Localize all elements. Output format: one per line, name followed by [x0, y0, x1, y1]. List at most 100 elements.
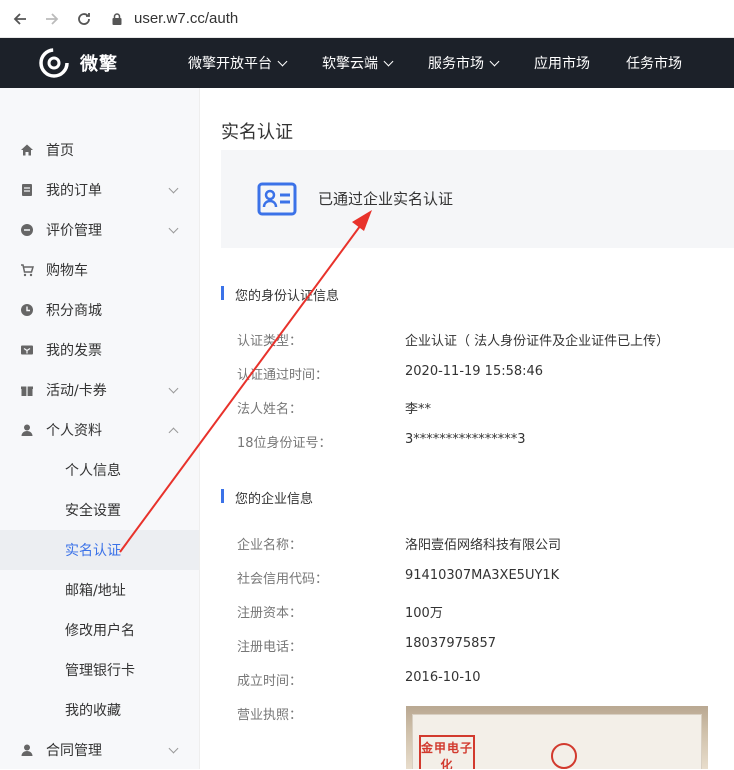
chevron-down-icon	[168, 743, 179, 754]
info-row: 企业名称： 洛阳壹佰网络科技有限公司	[237, 534, 717, 554]
sidebar-item-label: 我的订单	[46, 183, 102, 199]
sidebar-item-points-mall[interactable]: 积分商城	[0, 290, 199, 330]
nav-label: 软擎云端	[322, 56, 378, 72]
nav-label: 任务市场	[626, 56, 682, 72]
chevron-down-icon	[277, 56, 288, 66]
info-row: 18位身份证号： 3****************3	[237, 432, 717, 452]
identity-section-title: 您的身份认证信息	[221, 285, 339, 304]
info-row: 成立时间： 2016-10-10	[237, 670, 717, 690]
chevron-down-icon	[168, 223, 179, 234]
sidebar-item-label: 合同管理	[46, 743, 102, 759]
logo-icon	[39, 48, 69, 78]
info-row: 社会信用代码： 91410307MA3XE5UY1K	[237, 568, 717, 588]
sidebar-subitem-personal-info[interactable]: 个人信息	[0, 450, 199, 490]
row-value: 18037975857	[405, 636, 496, 651]
sidebar-item-invoices[interactable]: 我的发票	[0, 330, 199, 370]
sidebar-subitem-favorites[interactable]: 我的收藏	[0, 690, 199, 730]
url-text: user.w7.cc/auth	[134, 10, 239, 27]
nav-label: 微擎开放平台	[188, 56, 272, 72]
chevron-down-icon	[168, 183, 179, 194]
user-icon	[20, 423, 34, 437]
row-label: 注册电话：	[237, 640, 303, 655]
row-value: 3****************3	[405, 432, 526, 447]
browser-toolbar: user.w7.cc/auth	[0, 0, 734, 38]
sidebar-subitem-label: 我的收藏	[65, 703, 121, 719]
auth-status-text: 已通过企业实名认证	[318, 190, 454, 208]
info-row: 法人姓名： 李**	[237, 398, 717, 418]
sidebar: 首页 我的订单 评价管理 购物车 积分商城 我的发票 活动/卡券 个人资料 个人…	[0, 88, 200, 769]
row-value: 企业认证（ 法人身份证件及企业证件已上传）	[405, 334, 670, 349]
sidebar-subitem-real-name-auth[interactable]: 实名认证	[0, 530, 199, 570]
chevron-down-icon	[489, 56, 500, 66]
row-value: 洛阳壹佰网络科技有限公司	[405, 538, 562, 553]
home-icon	[20, 143, 34, 157]
nav-menu: 微擎开放平台 软擎云端 服务市场 应用市场 任务市场	[188, 53, 718, 73]
points-icon	[20, 303, 34, 317]
row-value: 100万	[405, 606, 443, 621]
auth-status-box: 已通过企业实名认证	[221, 150, 734, 248]
nav-item-app-market[interactable]: 应用市场	[534, 53, 590, 73]
sidebar-subitem-email-address[interactable]: 邮箱/地址	[0, 570, 199, 610]
info-row: 认证类型： 企业认证（ 法人身份证件及企业证件已上传）	[237, 330, 717, 350]
business-license-image[interactable]: 金甲电子化	[406, 706, 708, 769]
sidebar-item-cart[interactable]: 购物车	[0, 250, 199, 290]
order-icon	[20, 183, 34, 197]
row-value: 2016-10-10	[405, 670, 481, 685]
sidebar-item-activities-coupons[interactable]: 活动/卡券	[0, 370, 199, 410]
sidebar-item-label: 活动/卡券	[46, 383, 107, 399]
back-button[interactable]	[8, 7, 32, 31]
gift-icon	[20, 383, 34, 397]
row-label: 注册资本：	[237, 606, 303, 621]
chevron-down-icon	[168, 383, 179, 394]
reload-icon	[78, 12, 90, 25]
license-paper: 金甲电子化	[412, 714, 702, 769]
sidebar-item-reviews[interactable]: 评价管理	[0, 210, 199, 250]
sidebar-item-orders[interactable]: 我的订单	[0, 170, 199, 210]
row-value: 2020-11-19 15:58:46	[405, 364, 544, 379]
main-content: 实名认证 已通过企业实名认证 您的身份认证信息 认证类型： 企业认证（ 法人身份证…	[201, 88, 734, 769]
row-label: 法人姓名：	[237, 402, 303, 417]
address-bar[interactable]: user.w7.cc/auth	[110, 10, 238, 27]
cart-icon	[20, 263, 34, 277]
sidebar-subitem-label: 实名认证	[65, 543, 121, 559]
sidebar-subitem-label: 修改用户名	[65, 623, 135, 639]
nav-label: 服务市场	[428, 56, 484, 72]
forward-button[interactable]	[40, 7, 64, 31]
sidebar-item-home[interactable]: 首页	[0, 130, 199, 170]
back-arrow-icon	[13, 12, 26, 25]
sidebar-subitem-label: 管理银行卡	[65, 663, 135, 679]
logo-text: 微擎	[80, 54, 118, 75]
nav-label: 应用市场	[534, 56, 590, 72]
national-emblem-icon	[551, 743, 577, 769]
company-section-title: 您的企业信息	[221, 488, 313, 507]
row-value: 91410307MA3XE5UY1K	[405, 568, 560, 583]
nav-item-task-market[interactable]: 任务市场	[626, 53, 682, 73]
row-label: 企业名称：	[237, 538, 303, 553]
sidebar-subitem-security[interactable]: 安全设置	[0, 490, 199, 530]
sidebar-item-contracts[interactable]: 合同管理	[0, 730, 199, 770]
reload-button[interactable]	[72, 7, 96, 31]
nav-item-open-platform[interactable]: 微擎开放平台	[188, 53, 288, 73]
sidebar-item-label: 我的发票	[46, 343, 102, 359]
row-label: 认证类型：	[237, 334, 303, 349]
row-value: 李**	[405, 402, 432, 417]
chevron-down-icon	[383, 56, 394, 66]
sidebar-item-label: 评价管理	[46, 223, 102, 239]
row-label: 18位身份证号：	[237, 436, 332, 451]
sidebar-item-profile[interactable]: 个人资料	[0, 410, 199, 450]
sidebar-subitem-bank-cards[interactable]: 管理银行卡	[0, 650, 199, 690]
sidebar-subitem-change-username[interactable]: 修改用户名	[0, 610, 199, 650]
forward-arrow-icon	[46, 12, 59, 25]
nav-item-service-market[interactable]: 服务市场	[428, 53, 500, 73]
logo[interactable]: 微擎	[38, 47, 188, 79]
row-label: 成立时间：	[237, 674, 303, 689]
sidebar-subitem-label: 个人信息	[65, 463, 121, 479]
sidebar-item-label: 首页	[46, 143, 74, 159]
info-row: 认证通过时间： 2020-11-19 15:58:46	[237, 364, 717, 384]
sidebar-subitem-label: 邮箱/地址	[65, 583, 126, 599]
review-icon	[20, 223, 34, 237]
sidebar-subitem-label: 安全设置	[65, 503, 121, 519]
info-row: 注册资本： 100万	[237, 602, 717, 622]
nav-item-cloud[interactable]: 软擎云端	[322, 53, 394, 73]
invoice-icon	[20, 343, 34, 357]
